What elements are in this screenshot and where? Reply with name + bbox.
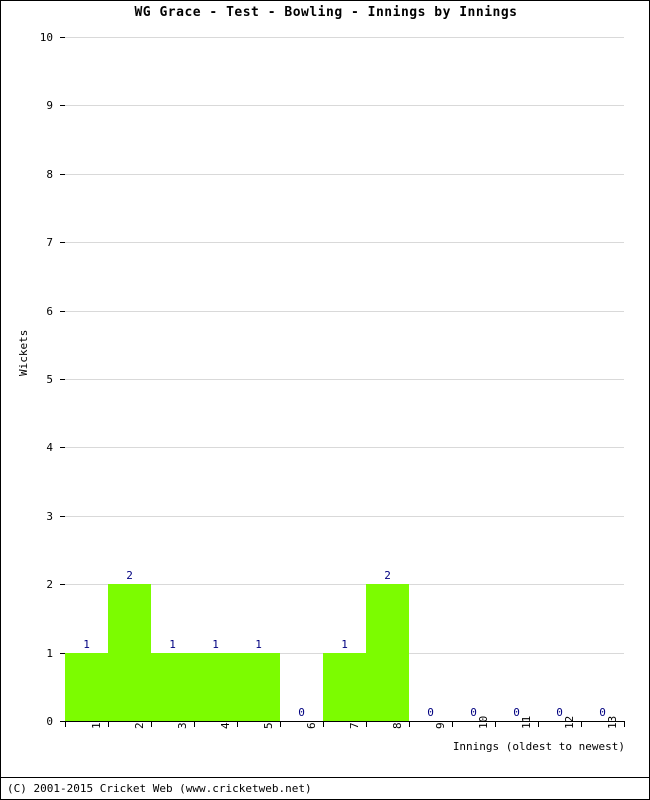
y-axis-tick-label: 0 — [46, 715, 53, 728]
x-axis-tick-label: 1 — [89, 722, 103, 729]
x-axis-tick — [280, 722, 281, 727]
bar — [65, 652, 108, 721]
bar — [323, 652, 366, 721]
x-axis-tick-label: 11 — [519, 715, 533, 729]
x-axis-tick — [366, 722, 367, 727]
y-axis-tick — [60, 105, 65, 107]
y-axis-tick-label: 6 — [46, 304, 53, 318]
bar-value-label: 0 — [298, 706, 305, 719]
y-axis-tick — [60, 37, 65, 38]
bar-value-label: 1 — [83, 637, 90, 651]
bar — [151, 652, 194, 721]
x-axis-tick — [151, 722, 152, 727]
y-axis-tick-label: 4 — [46, 441, 53, 455]
gridline — [65, 37, 624, 38]
gridline — [65, 310, 624, 312]
copyright-notice: (C) 2001-2015 Cricket Web (www.cricketwe… — [7, 782, 312, 795]
x-axis-tick-label: 8 — [390, 722, 404, 729]
bar-value-label: 1 — [341, 637, 348, 651]
x-axis-tick — [323, 722, 324, 727]
x-axis-tick-label: 3 — [175, 722, 189, 729]
y-axis-tick — [60, 447, 65, 449]
bar — [237, 652, 280, 721]
y-axis-tick-label: 3 — [46, 509, 53, 523]
x-axis-title: Innings (oldest to newest) — [452, 740, 625, 753]
page-title: WG Grace - Test - Bowling - Innings by I… — [134, 5, 518, 20]
x-axis-tick-label: 13 — [605, 715, 619, 729]
x-axis-tick — [237, 722, 238, 727]
y-axis-tick-label: 9 — [46, 99, 53, 113]
y-axis-tick-label: 2 — [46, 578, 53, 592]
x-axis-tick — [194, 722, 195, 727]
bar-value-label: 2 — [384, 569, 391, 583]
y-axis-tick — [60, 242, 65, 244]
gridline — [65, 173, 624, 175]
x-axis-tick — [108, 722, 109, 727]
y-axis-tick-label: 8 — [46, 167, 53, 181]
plot-area: 1211101200000 — [60, 37, 624, 722]
x-axis-tick-label: 9 — [433, 722, 447, 729]
bar-value-label: 1 — [169, 637, 176, 651]
x-axis-tick-label: 12 — [562, 715, 576, 729]
x-axis-tick — [452, 722, 453, 727]
gridline — [65, 515, 624, 517]
y-axis-tick — [60, 379, 65, 380]
x-axis-tick — [65, 722, 66, 727]
x-axis-tick-label: 7 — [347, 722, 361, 729]
x-axis-tick-label: 4 — [218, 722, 232, 729]
x-axis-tick-label: 10 — [476, 715, 490, 729]
footer-divider — [1, 777, 649, 778]
y-axis-tick-label: 10 — [39, 31, 53, 44]
bar-value-label: 2 — [126, 569, 133, 583]
bar-value-label: 0 — [427, 706, 434, 719]
y-axis-tick — [60, 584, 65, 586]
y-axis-tick — [60, 173, 65, 175]
x-axis-tick — [538, 722, 539, 727]
gridline — [65, 105, 624, 107]
y-axis-tick — [60, 310, 65, 312]
bar-value-label: 1 — [255, 637, 262, 651]
x-axis-tick-label: 6 — [304, 722, 318, 729]
x-axis-tick — [495, 722, 496, 727]
chart-page: WG Grace - Test - Bowling - Innings by I… — [0, 0, 650, 800]
x-axis-tick-label: 5 — [261, 722, 275, 729]
bar — [194, 652, 237, 721]
y-axis-tick-label: 5 — [46, 373, 53, 386]
gridline — [65, 447, 624, 449]
gridline — [65, 379, 624, 380]
y-axis-title: Wickets — [17, 329, 30, 376]
y-axis-tick-label: 7 — [46, 236, 53, 250]
bar — [108, 584, 151, 721]
x-axis-tick-label: 2 — [132, 722, 146, 729]
x-axis-tick — [581, 722, 582, 727]
gridline — [65, 242, 624, 244]
y-axis-tick-label: 1 — [46, 646, 53, 660]
y-axis-tick — [60, 515, 65, 517]
x-axis-line — [65, 721, 625, 722]
x-axis-tick — [409, 722, 410, 727]
x-axis-tick — [624, 722, 625, 727]
bar — [366, 584, 409, 721]
bar-value-label: 1 — [212, 637, 219, 651]
